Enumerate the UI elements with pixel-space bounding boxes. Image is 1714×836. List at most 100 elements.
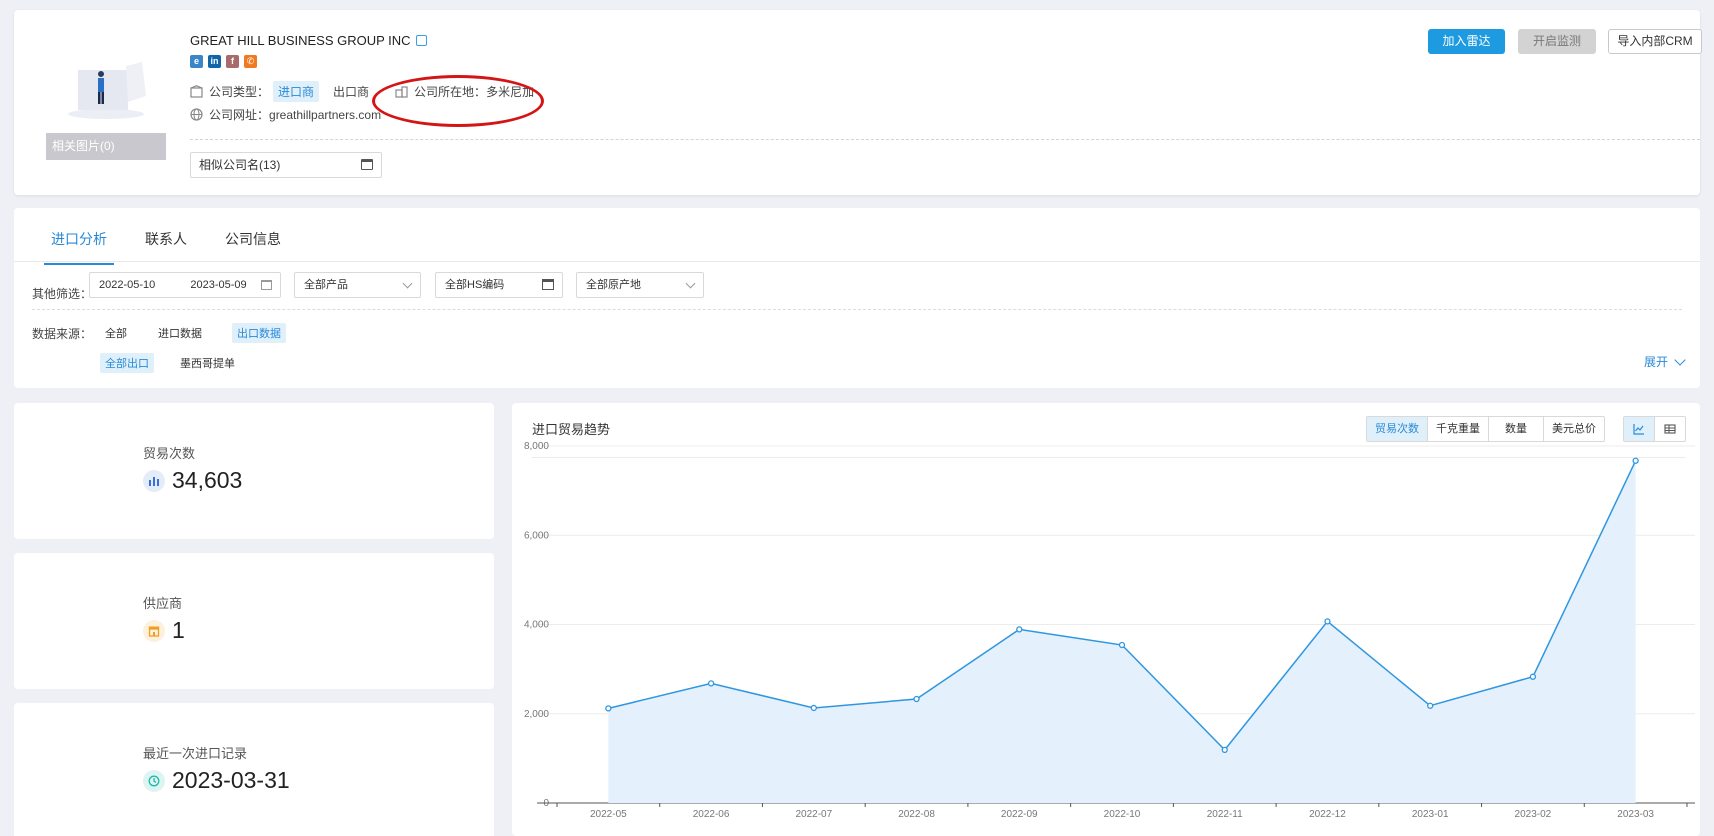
clock-icon (143, 769, 165, 792)
similar-companies-select[interactable]: 相似公司名(13) (190, 152, 382, 178)
copy-icon[interactable] (415, 35, 427, 46)
ie-icon[interactable]: e (190, 55, 203, 68)
building-icon (190, 85, 203, 98)
company-name-text: GREAT HILL BUSINESS GROUP INC (190, 33, 411, 48)
company-name: GREAT HILL BUSINESS GROUP INC (190, 33, 427, 48)
data-point (810, 704, 817, 712)
stat-label: 供应商 (143, 596, 183, 611)
x-tick-label: 2023-02 (1515, 809, 1552, 820)
company-website-row: 公司网址： greathillpartners.com (190, 106, 381, 123)
hs-code-select[interactable]: 全部HS编码 (435, 272, 563, 298)
company-type-label: 公司类型： (209, 85, 270, 99)
date-end: 2023-05-09 (190, 279, 247, 291)
origin-select-value: 全部原产地 (586, 279, 641, 291)
analysis-tabs: 进口分析 联系人 公司信息 (44, 223, 312, 265)
source-import-chip[interactable]: 进口数据 (153, 323, 207, 343)
stat-value: 1 (143, 617, 185, 644)
facebook-icon[interactable]: f (226, 55, 239, 68)
source-export-chip[interactable]: 出口数据 (232, 323, 286, 343)
date-range-picker[interactable]: 2022-05-10 2023-05-09 (89, 272, 281, 298)
tab-import-analysis[interactable]: 进口分析 (44, 223, 114, 265)
stat-card-last-import: 最近一次进口记录 2023-03-31 (14, 703, 494, 836)
x-tick-label: 2022-08 (898, 809, 935, 820)
company-website-link[interactable]: greathillpartners.com (269, 108, 381, 122)
linkedin-icon[interactable]: in (208, 55, 221, 68)
stat-card-suppliers: 供应商 1 (14, 553, 494, 689)
hs-code-select-value: 全部HS编码 (445, 279, 505, 291)
globe-icon (190, 108, 203, 121)
stat-value-text: 1 (172, 617, 185, 643)
header-divider (190, 139, 1700, 140)
stat-label: 贸易次数 (143, 446, 196, 461)
related-images-caption[interactable]: 相关图片(0) (46, 133, 166, 160)
stat-label: 最近一次进口记录 (143, 746, 248, 761)
x-tick-label: 2022-06 (693, 809, 730, 820)
location-highlight-ellipse (372, 75, 544, 127)
y-tick-label: 8,000 (524, 441, 549, 452)
tab-company-info[interactable]: 公司信息 (218, 223, 288, 265)
data-point (1529, 673, 1537, 680)
data-point (707, 680, 715, 687)
calendar-icon (361, 159, 373, 170)
x-tick-label: 2022-05 (590, 809, 627, 820)
trend-chart: 02,0004,0006,0008,0002022-052022-062022-… (524, 441, 1695, 820)
data-point (1221, 746, 1228, 754)
data-point (1016, 626, 1023, 633)
data-point (1324, 618, 1331, 625)
data-point (1118, 641, 1126, 649)
stat-value-text: 34,603 (172, 467, 243, 493)
import-trend-chart-card: 进口贸易趋势 贸易次数 千克重量 数量 美元总价 02,0004,0006,00… (512, 403, 1700, 836)
x-tick-label: 2022-11 (1207, 809, 1243, 820)
company-website-label: 公司网址： (209, 108, 270, 122)
x-tick-label: 2022-09 (1001, 809, 1038, 820)
store-icon (143, 619, 165, 642)
company-header-card: 相关图片(0) GREAT HILL BUSINESS GROUP INC e … (14, 10, 1702, 195)
expand-toggle[interactable]: 展开 (1644, 353, 1686, 370)
company-illustration (68, 62, 146, 119)
join-radar-button[interactable]: 加入雷达 (1428, 29, 1505, 54)
filter-card: 进口分析 联系人 公司信息 其他筛选： 2022-05-10 2023-05-0… (14, 208, 1700, 388)
phone-icon[interactable]: ✆ (244, 55, 257, 68)
expand-label: 展开 (1644, 355, 1669, 369)
y-tick-label: 2,000 (524, 709, 549, 720)
start-monitor-button[interactable]: 开启监测 (1518, 29, 1596, 54)
tab-contacts[interactable]: 联系人 (138, 223, 194, 265)
x-tick-label: 2023-01 (1412, 809, 1449, 820)
sub-mexico-bol-chip[interactable]: 墨西哥提单 (175, 353, 240, 373)
x-tick-label: 2022-12 (1309, 809, 1346, 820)
stat-value: 34,603 (143, 467, 242, 494)
chevron-down-icon (685, 278, 696, 289)
origin-select[interactable]: 全部原产地 (576, 272, 704, 298)
other-filters-label: 其他筛选： (32, 287, 93, 301)
data-source-label: 数据来源： (32, 327, 93, 341)
x-tick-label: 2023-03 (1617, 809, 1654, 820)
series-area (608, 460, 1636, 803)
data-point (913, 695, 920, 703)
product-select[interactable]: 全部产品 (294, 272, 421, 298)
data-point (1427, 702, 1434, 709)
data-point (605, 705, 612, 712)
import-crm-button[interactable]: 导入内部CRM (1608, 29, 1702, 54)
filter-divider (32, 309, 1682, 310)
social-links: e in f ✆ (190, 55, 257, 68)
data-point (1632, 457, 1639, 464)
stat-value: 2023-03-31 (143, 767, 290, 794)
x-tick-label: 2022-10 (1104, 809, 1141, 820)
tab-underline (14, 261, 1700, 262)
exporter-tag[interactable]: 出口商 (333, 83, 369, 100)
source-all-chip[interactable]: 全部 (100, 323, 132, 343)
chevron-down-icon (402, 278, 413, 289)
bar-chart-icon (143, 469, 165, 492)
calendar-icon (261, 280, 272, 290)
chevron-down-icon (1674, 353, 1686, 366)
importer-tag[interactable]: 进口商 (273, 81, 320, 102)
date-start: 2022-05-10 (99, 279, 156, 291)
y-tick-label: 4,000 (524, 620, 549, 631)
calendar-icon (542, 279, 554, 290)
x-tick-label: 2022-07 (795, 809, 832, 820)
product-select-value: 全部产品 (304, 279, 348, 291)
sub-all-export-chip[interactable]: 全部出口 (100, 353, 154, 373)
stat-value-text: 2023-03-31 (172, 767, 290, 793)
y-tick-label: 6,000 (524, 530, 549, 541)
similar-companies-label: 相似公司名(13) (199, 158, 281, 172)
